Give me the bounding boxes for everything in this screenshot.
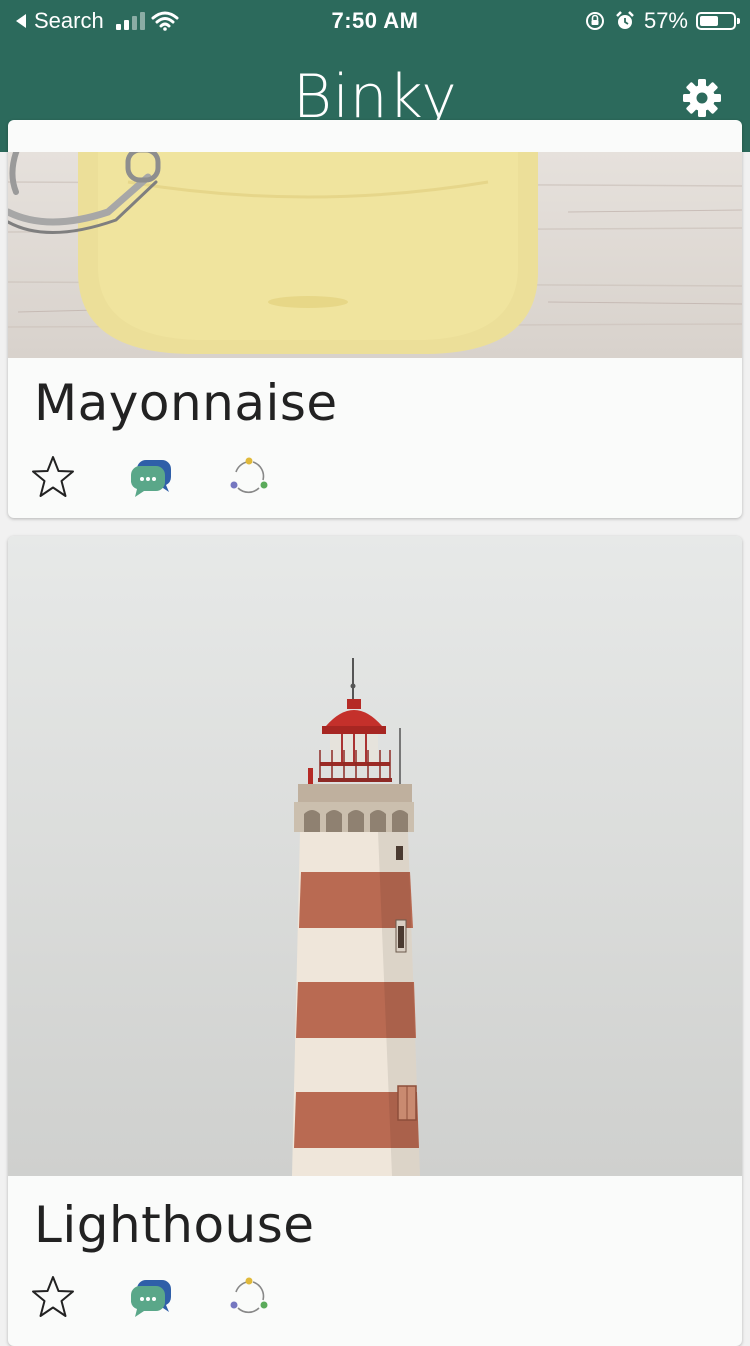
alarm-icon: [616, 11, 634, 29]
card-title: Mayonnaise: [34, 374, 338, 432]
lighthouse-photo[interactable]: [8, 536, 742, 1176]
battery-icon: [696, 12, 740, 30]
orientation-lock-icon: [585, 12, 604, 30]
card-title: Lighthouse: [34, 1196, 315, 1254]
star-icon[interactable]: [30, 1274, 76, 1320]
battery-percent: 57%: [643, 8, 688, 33]
card-actions: [30, 454, 324, 500]
chat-icon[interactable]: [128, 1274, 174, 1320]
status-bar: Search 7:50 AM 57%: [0, 0, 750, 40]
chat-icon[interactable]: [128, 454, 174, 500]
card-lighthouse[interactable]: Lighthouse: [8, 536, 742, 1346]
share-icon[interactable]: [226, 1274, 272, 1320]
star-icon[interactable]: [30, 454, 76, 500]
card-mayonnaise[interactable]: Mayonnaise: [8, 120, 742, 518]
gear-icon[interactable]: [682, 78, 722, 118]
card-actions: [30, 1274, 324, 1320]
mayonnaise-jar-photo[interactable]: [8, 152, 742, 358]
share-icon[interactable]: [226, 454, 272, 500]
